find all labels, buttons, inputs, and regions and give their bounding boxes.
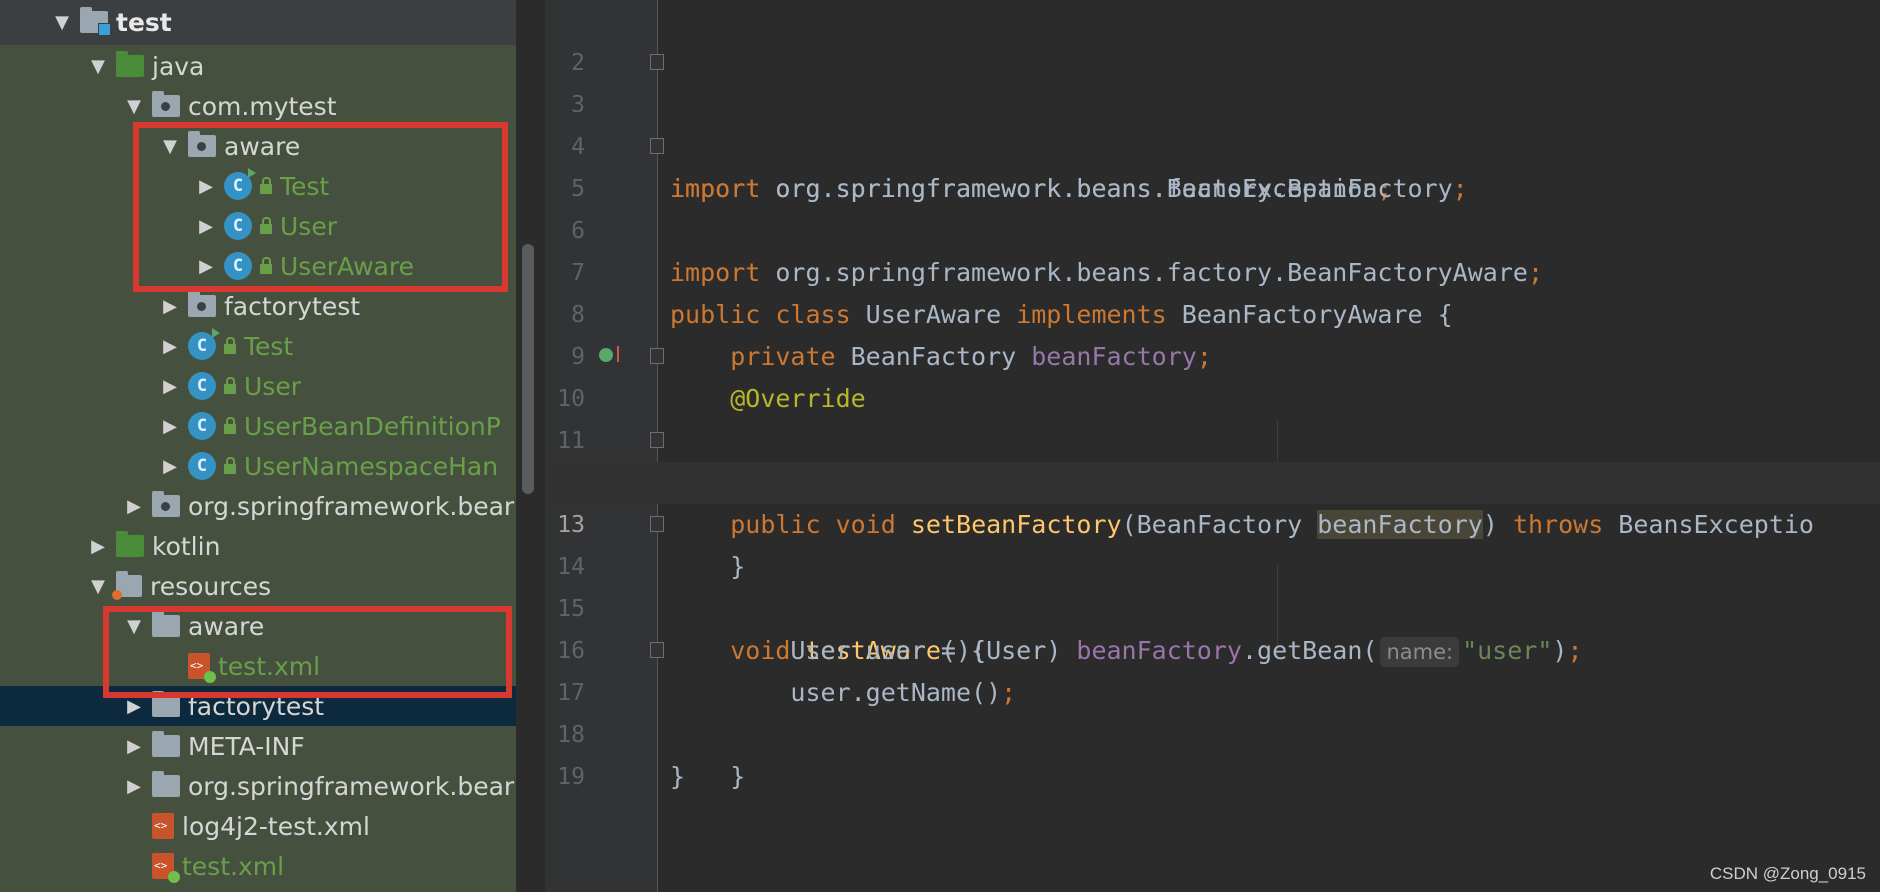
code-line-14[interactable]: 14 void testAware(){ (545, 504, 1880, 665)
folder-icon (152, 731, 180, 757)
fold-marker-icon[interactable] (650, 138, 664, 154)
xml-file-icon (152, 813, 174, 839)
lock-icon (260, 217, 272, 234)
spring-xml-file-icon (188, 653, 216, 683)
tree-item-test-xml[interactable]: ▶ test.xml (0, 846, 516, 886)
code-line-17[interactable]: 17 } (545, 630, 1880, 791)
chevron-right-icon[interactable]: ▶ (188, 256, 224, 277)
folder-icon (152, 611, 180, 637)
resources-folder-icon (112, 571, 142, 600)
tree-item-class-user-2[interactable]: ▶ C User (0, 366, 516, 406)
tree-item-kotlin[interactable]: ▶ kotlin (0, 526, 516, 566)
lock-icon (260, 177, 272, 194)
lock-icon (224, 337, 236, 354)
tree-item-test-module[interactable]: ▼ test (0, 2, 516, 42)
tree-item-java[interactable]: ▼ java (0, 46, 516, 86)
tree-item-org-springframework-package[interactable]: ▶ org.springframework.bear (0, 486, 516, 526)
tree-item-com-mytest[interactable]: ▼ com.mytest (0, 86, 516, 126)
chevron-down-icon[interactable]: ▼ (116, 96, 152, 117)
chevron-right-icon[interactable]: ▶ (188, 216, 224, 237)
fold-marker-icon[interactable] (650, 348, 664, 364)
lock-icon (224, 377, 236, 394)
tree-item-factorytest-package[interactable]: ▶ factorytest (0, 286, 516, 326)
chevron-right-icon[interactable]: ▶ (152, 296, 188, 317)
code-line-5[interactable]: 5 import org.springframework.beans.facto… (545, 126, 1880, 287)
lock-icon (224, 457, 236, 474)
chevron-right-icon[interactable]: ▶ (152, 416, 188, 437)
source-folder-icon (116, 531, 144, 557)
fold-marker-icon[interactable] (650, 54, 664, 70)
package-icon (188, 131, 216, 157)
chevron-right-icon[interactable]: ▶ (152, 376, 188, 397)
fold-marker-icon[interactable] (650, 432, 664, 448)
fold-marker-icon[interactable] (650, 516, 664, 532)
chevron-right-icon[interactable]: ▶ (188, 176, 224, 197)
class-icon: C (224, 168, 272, 200)
watermark: CSDN @Zong_0915 (1709, 864, 1866, 883)
tree-item-aware-package[interactable]: ▼ aware (0, 126, 516, 166)
implements-method-icon[interactable] (599, 346, 619, 362)
tree-item-class-userbeandefinitionparser[interactable]: ▶ C UserBeanDefinitionP (0, 406, 516, 446)
tree-item-aware-test-xml[interactable]: ▶ test.xml (0, 646, 516, 686)
class-icon: C (188, 328, 236, 360)
fold-marker-icon[interactable] (650, 642, 664, 658)
chevron-down-icon[interactable]: ▼ (80, 56, 116, 77)
tree-item-class-useraware[interactable]: ▶ C UserAware (0, 246, 516, 286)
class-icon: C (224, 212, 272, 240)
tree-item-log4j2-test-xml[interactable]: ▶ log4j2-test.xml (0, 806, 516, 846)
module-folder-icon (80, 7, 111, 36)
tree-scrollbar[interactable] (522, 244, 534, 494)
tree-item-resources[interactable]: ▼ resources (0, 566, 516, 606)
chevron-right-icon[interactable]: ▶ (116, 496, 152, 517)
code-line-9[interactable]: 9 @Override (545, 294, 1880, 413)
code-line-8[interactable]: 8 private BeanFactory beanFactory; (545, 252, 1880, 371)
code-line-3[interactable]: 3 import org.springframework.beans.Beans… (545, 42, 1880, 203)
source-folder-icon (116, 51, 144, 77)
code-line-11[interactable]: 11 this.beanFactory=beanFactory; (545, 378, 1880, 497)
tree-item-class-test-2[interactable]: ▶ C Test (0, 326, 516, 366)
chevron-right-icon[interactable]: ▶ (116, 776, 152, 797)
chevron-right-icon[interactable]: ▶ (80, 536, 116, 557)
code-line-19[interactable]: 19 (545, 714, 1880, 790)
tree-item-class-user[interactable]: ▶ C User (0, 206, 516, 246)
project-tree-panel: ▼ test ▼ java ▼ com.mytest ▼ aware ▶ C T… (0, 0, 516, 892)
code-line-16[interactable]: 16 user.getName(); (545, 588, 1880, 707)
code-line-10[interactable]: 10 public void setBeanFactory(BeanFactor… (545, 336, 1880, 539)
code-line-18[interactable]: 18 } (545, 672, 1880, 791)
code-line-13-current[interactable]: 13 (545, 462, 1880, 538)
chevron-right-icon[interactable]: ▶ (116, 696, 152, 717)
chevron-down-icon[interactable]: ▼ (152, 136, 188, 157)
code-line-12[interactable]: 12 } (545, 420, 1880, 581)
chevron-down-icon[interactable]: ▼ (44, 12, 80, 33)
folder-icon (152, 771, 180, 797)
chevron-right-icon[interactable]: ▶ (116, 736, 152, 757)
lock-icon (260, 257, 272, 274)
tree-item-resources-org-springframework[interactable]: ▶ org.springframework.bear (0, 766, 516, 806)
class-icon: C (188, 372, 236, 400)
code-line-4[interactable]: 4 import org.springframework.beans.facto… (545, 84, 1880, 203)
package-icon (152, 491, 180, 517)
code-editor[interactable]: 2 3 import org.springframework.beans.Bea… (545, 0, 1880, 892)
lock-icon (224, 417, 236, 434)
spring-xml-file-icon (152, 853, 180, 883)
code-line-2[interactable]: 2 (545, 0, 1880, 76)
chevron-right-icon[interactable]: ▶ (152, 456, 188, 477)
package-icon (152, 91, 180, 117)
chevron-down-icon[interactable]: ▼ (116, 616, 152, 637)
class-icon: C (188, 412, 236, 440)
folder-icon (152, 691, 180, 717)
code-line-6[interactable]: 6 (545, 168, 1880, 244)
chevron-right-icon[interactable]: ▶ (152, 336, 188, 357)
package-icon (188, 291, 216, 317)
tree-item-resources-factorytest[interactable]: ▶ factorytest (0, 686, 516, 726)
tree-item-class-usernamespacehandler[interactable]: ▶ C UserNamespaceHan (0, 446, 516, 486)
class-icon: C (188, 452, 236, 480)
code-line-7[interactable]: 7 public class UserAware implements Bean… (545, 210, 1880, 329)
tree-item-meta-inf[interactable]: ▶ META-INF (0, 726, 516, 766)
tree-item-class-test[interactable]: ▶ C Test (0, 166, 516, 206)
class-icon: C (224, 252, 272, 280)
tree-item-resources-aware[interactable]: ▼ aware (0, 606, 516, 646)
code-line-15[interactable]: 15 User user = (User) beanFactory.getBea… (545, 546, 1880, 667)
chevron-down-icon[interactable]: ▼ (80, 576, 116, 597)
